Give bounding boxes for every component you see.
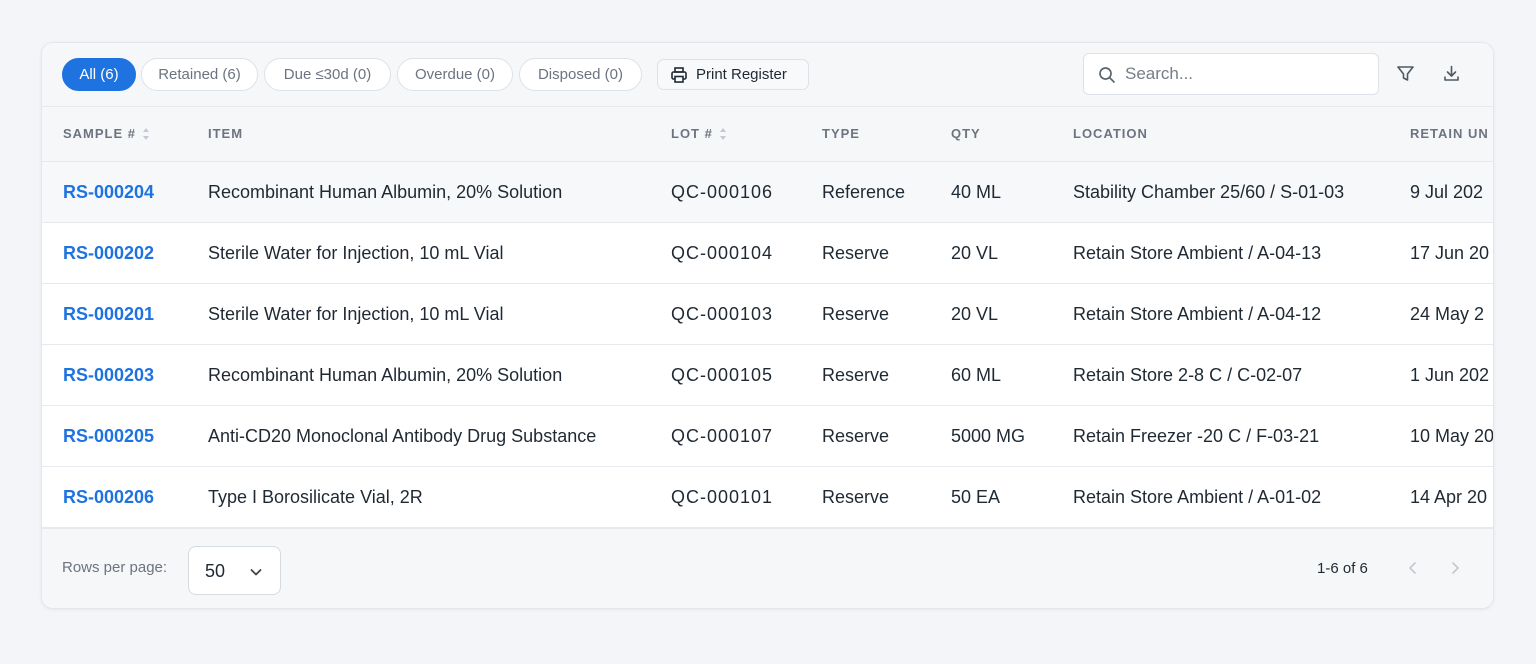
location-cell: Stability Chamber 25/60 / S-01-03 — [1073, 182, 1345, 202]
column-header-item: ITEM — [208, 126, 244, 141]
retain-until-cell: 24 May 2 — [1410, 304, 1485, 324]
table-row[interactable]: RS-000204 Recombinant Human Albumin, 20%… — [42, 162, 1493, 223]
type-cell: Reserve — [822, 365, 890, 385]
table-header: SAMPLE # ITEM LOT # TYPE QTY LOCATION RE… — [42, 107, 1493, 162]
rows-per-page-value: 50 — [205, 561, 226, 581]
sort-icon[interactable] — [719, 126, 727, 142]
pagination-range: 1-6 of 6 — [1317, 560, 1368, 577]
sample-link[interactable]: RS-000201 — [63, 284, 154, 344]
column-header-sample-label: SAMPLE # — [63, 126, 137, 141]
type-cell: Reserve — [822, 487, 890, 507]
retain-until-cell: 9 Jul 202 — [1410, 182, 1484, 202]
type-cell: Reserve — [822, 426, 890, 446]
print-register-button[interactable]: Print Register — [657, 59, 809, 90]
table-row[interactable]: RS-000206 Type I Borosilicate Vial, 2R Q… — [42, 467, 1493, 528]
retain-until-cell: 1 Jun 202 — [1410, 365, 1490, 385]
retain-until-cell: 10 May 20 — [1410, 426, 1494, 446]
column-header-lot-label: LOT # — [671, 126, 713, 141]
table-row[interactable]: RS-000205 Anti-CD20 Monoclonal Antibody … — [42, 406, 1493, 467]
filter-chip-due-30d[interactable]: Due ≤30d (0) — [264, 58, 391, 91]
qty-cell: 50 EA — [951, 487, 1001, 507]
chevron-right-icon[interactable] — [1448, 560, 1462, 576]
search-icon — [1099, 67, 1115, 83]
sample-link[interactable]: RS-000205 — [63, 406, 154, 466]
printer-icon — [671, 66, 687, 83]
download-icon[interactable] — [1442, 64, 1461, 83]
rows-per-page-label: Rows per page: — [62, 559, 168, 576]
chevron-left-icon[interactable] — [1406, 560, 1420, 576]
sample-link[interactable]: RS-000203 — [63, 345, 154, 405]
qty-cell: 20 VL — [951, 304, 999, 324]
table-footer: Rows per page: 50 1-6 of 6 — [42, 528, 1493, 608]
search-input[interactable] — [1125, 55, 1370, 93]
location-cell: Retain Store Ambient / A-04-12 — [1073, 304, 1322, 324]
lot-cell: QC-000103 — [671, 304, 774, 324]
column-header-location: LOCATION — [1073, 126, 1148, 141]
item-cell: Recombinant Human Albumin, 20% Solution — [208, 365, 563, 385]
table-row[interactable]: RS-000201 Sterile Water for Injection, 1… — [42, 284, 1493, 345]
lot-cell: QC-000107 — [671, 426, 774, 446]
column-header-qty: QTY — [951, 126, 981, 141]
table-row[interactable]: RS-000203 Recombinant Human Albumin, 20%… — [42, 345, 1493, 406]
sort-icon[interactable] — [142, 126, 150, 142]
type-cell: Reserve — [822, 243, 890, 263]
filter-chip-retained[interactable]: Retained (6) — [141, 58, 258, 91]
sample-link[interactable]: RS-000202 — [63, 223, 154, 283]
item-cell: Recombinant Human Albumin, 20% Solution — [208, 182, 563, 202]
item-cell: Sterile Water for Injection, 10 mL Vial — [208, 304, 504, 324]
column-header-sample[interactable]: SAMPLE # — [63, 107, 150, 161]
toolbar: All (6) Retained (6) Due ≤30d (0) Overdu… — [42, 43, 1493, 107]
print-register-label: Print Register — [696, 66, 787, 83]
qty-cell: 40 ML — [951, 182, 1002, 202]
table-row[interactable]: RS-000202 Sterile Water for Injection, 1… — [42, 223, 1493, 284]
location-cell: Retain Freezer -20 C / F-03-21 — [1073, 426, 1320, 446]
filter-icon[interactable] — [1396, 64, 1415, 83]
lot-cell: QC-000106 — [671, 182, 774, 202]
rows-per-page-select[interactable]: 50 — [188, 546, 281, 595]
filter-chip-overdue[interactable]: Overdue (0) — [397, 58, 513, 91]
qty-cell: 60 ML — [951, 365, 1002, 385]
lot-cell: QC-000105 — [671, 365, 774, 385]
chevron-down-icon — [250, 569, 262, 576]
table-body: RS-000204 Recombinant Human Albumin, 20%… — [42, 162, 1493, 528]
retain-until-cell: 14 Apr 20 — [1410, 487, 1488, 507]
type-cell: Reference — [822, 182, 906, 202]
filter-chip-disposed[interactable]: Disposed (0) — [519, 58, 642, 91]
sample-link[interactable]: RS-000206 — [63, 467, 154, 527]
location-cell: Retain Store Ambient / A-01-02 — [1073, 487, 1322, 507]
item-cell: Anti-CD20 Monoclonal Antibody Drug Subst… — [208, 426, 597, 446]
retain-sample-register: All (6) Retained (6) Due ≤30d (0) Overdu… — [41, 42, 1494, 609]
lot-cell: QC-000104 — [671, 243, 774, 263]
column-header-lot[interactable]: LOT # — [671, 107, 727, 161]
sample-link[interactable]: RS-000204 — [63, 162, 154, 222]
search-box — [1083, 53, 1379, 95]
location-cell: Retain Store 2-8 C / C-02-07 — [1073, 365, 1303, 385]
column-header-retain-until: RETAIN UN — [1410, 126, 1489, 141]
qty-cell: 20 VL — [951, 243, 999, 263]
lot-cell: QC-000101 — [671, 487, 774, 507]
qty-cell: 5000 MG — [951, 426, 1026, 446]
location-cell: Retain Store Ambient / A-04-13 — [1073, 243, 1322, 263]
item-cell: Sterile Water for Injection, 10 mL Vial — [208, 243, 504, 263]
filter-chip-all[interactable]: All (6) — [62, 58, 136, 91]
type-cell: Reserve — [822, 304, 890, 324]
item-cell: Type I Borosilicate Vial, 2R — [208, 487, 423, 507]
column-header-type: TYPE — [822, 126, 860, 141]
retain-until-cell: 17 Jun 20 — [1410, 243, 1490, 263]
